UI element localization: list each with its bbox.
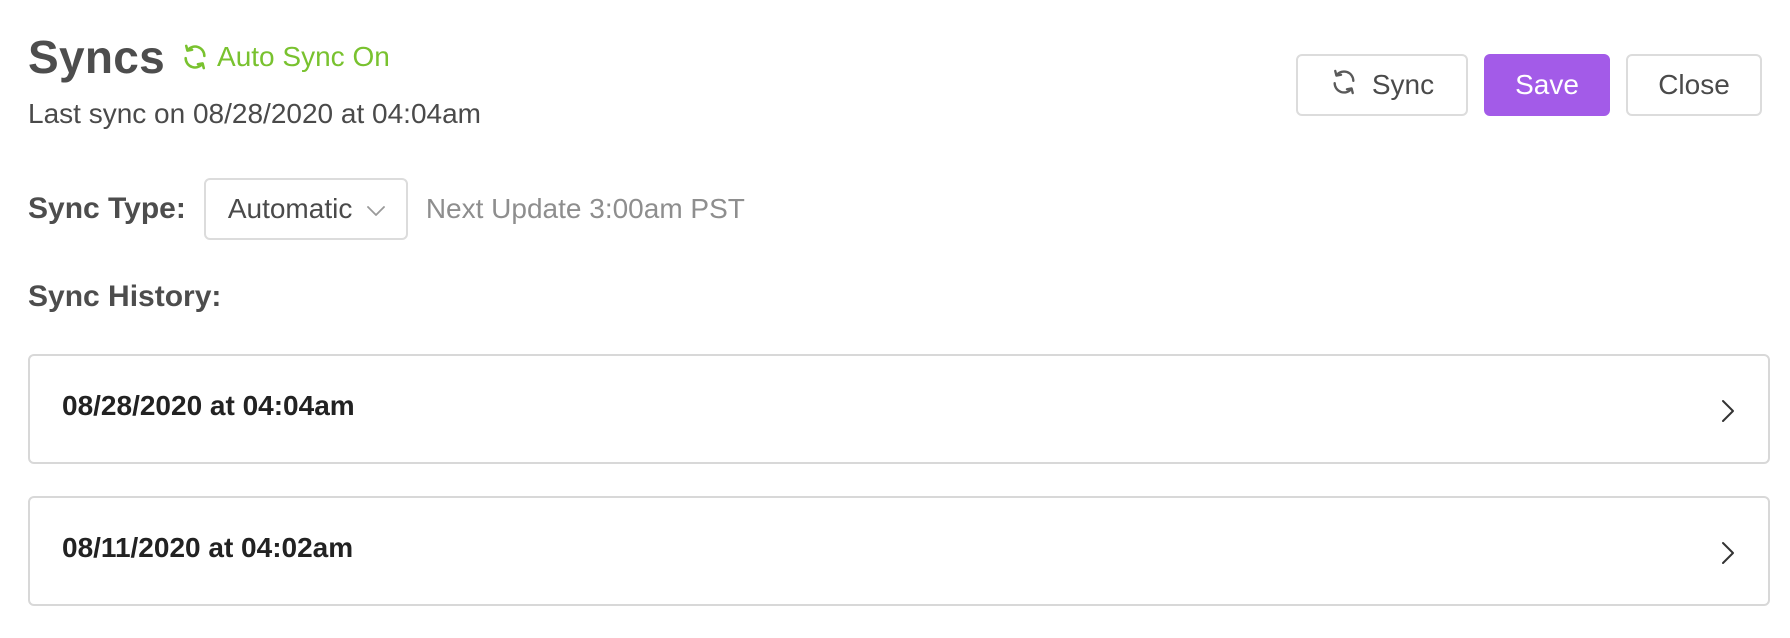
next-update-text: Next Update 3:00am PST (425, 193, 745, 224)
history-date: 08/28/2020 at 04:04am (62, 390, 355, 421)
sync-history-list: 08/28/2020 at 04:04am 08/11/2020 at 04:0… (28, 354, 1770, 638)
chevron-down-icon (366, 193, 386, 225)
auto-sync-status: Auto Sync On (181, 41, 390, 73)
history-item[interactable]: 08/28/2020 at 04:04am (28, 354, 1770, 464)
refresh-icon (1330, 68, 1358, 103)
chevron-right-icon (1720, 398, 1736, 429)
sync-button[interactable]: Sync (1296, 54, 1468, 116)
history-date: 08/11/2020 at 04:02am (62, 532, 354, 563)
sync-type-label: Sync Type: (28, 192, 186, 225)
sync-type-select[interactable]: Automatic (203, 178, 408, 240)
sync-type-row: Sync Type: Automatic Next Update 3:00am … (28, 178, 745, 240)
title-row: Syncs Auto Sync On (28, 30, 481, 84)
auto-sync-label: Auto Sync On (217, 41, 390, 72)
close-button[interactable]: Close (1626, 54, 1762, 116)
sync-history-heading: Sync History: (28, 280, 222, 313)
chevron-right-icon (1720, 540, 1736, 571)
sync-type-value: Automatic (227, 193, 353, 224)
action-buttons: Sync Save Close (1296, 54, 1762, 116)
refresh-icon (181, 43, 209, 71)
history-item[interactable]: 08/11/2020 at 04:02am (28, 496, 1770, 606)
page-header: Syncs Auto Sync On Last sync on 08/28/20… (28, 30, 481, 130)
save-button[interactable]: Save (1484, 54, 1610, 116)
sync-button-label: Sync (1371, 69, 1435, 100)
page-title: Syncs (28, 31, 166, 83)
last-sync-text: Last sync on 08/28/2020 at 04:04am (28, 98, 481, 129)
